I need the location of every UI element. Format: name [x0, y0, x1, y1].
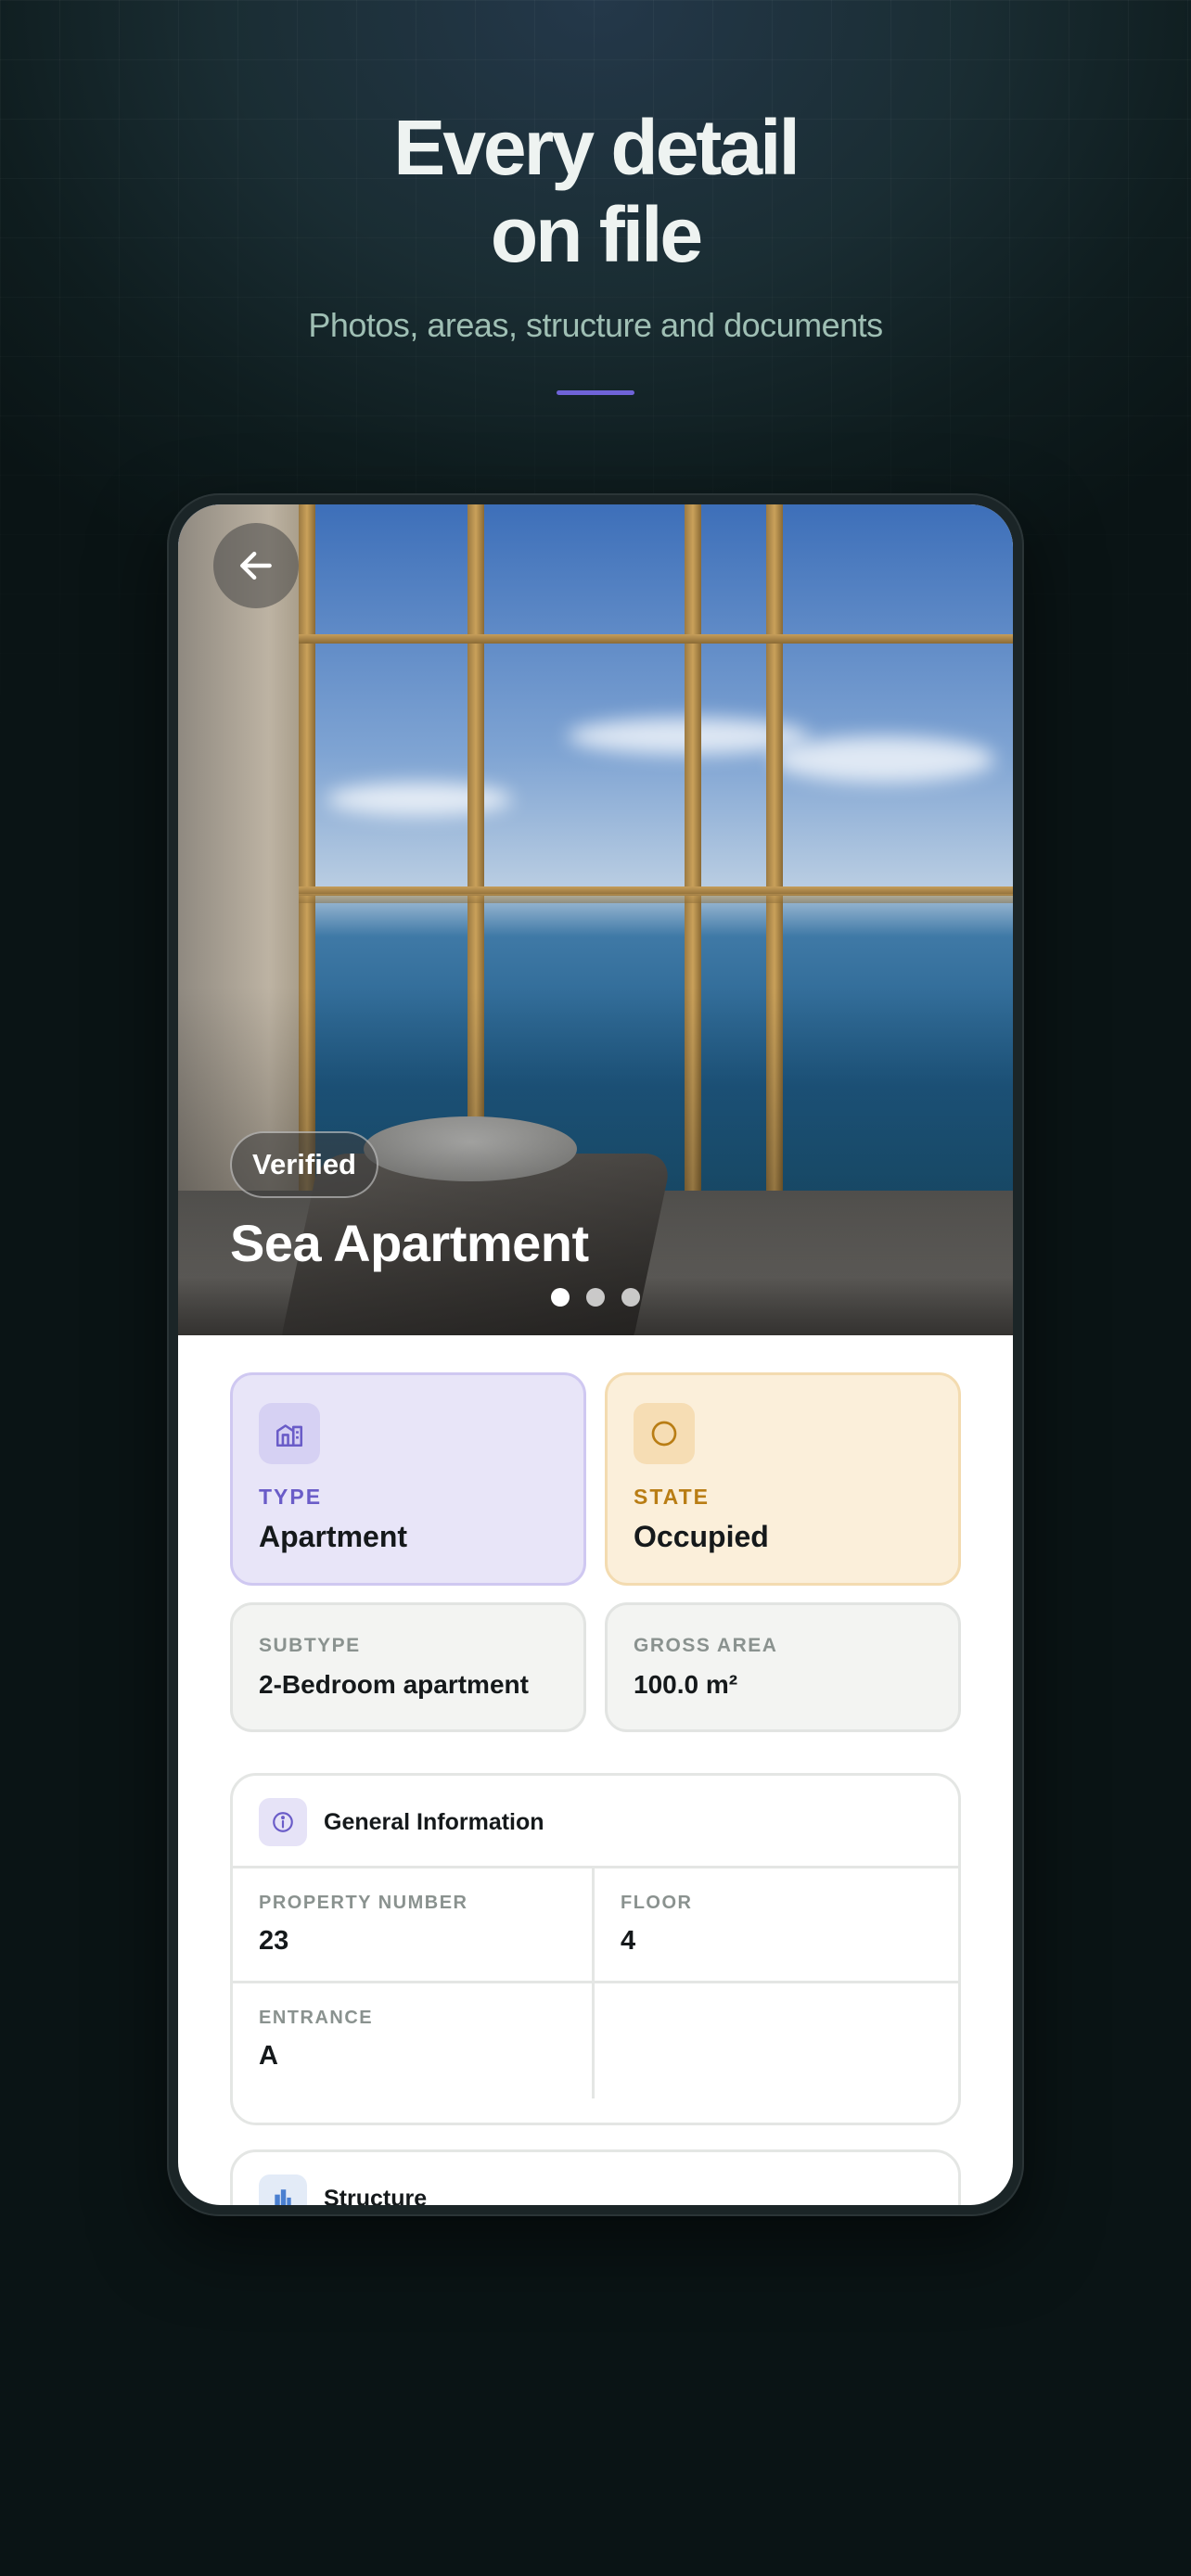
property-photo-carousel[interactable]: Verified Sea Apartment [178, 504, 1013, 1335]
field-label: ENTRANCE [259, 2008, 374, 2028]
structure-icon-box [259, 2174, 307, 2205]
subtype-value: 2-Bedroom apartment [259, 1670, 529, 1699]
field-value: 23 [259, 1926, 289, 1956]
property-title: Sea Apartment [230, 1214, 589, 1272]
window-frame [299, 634, 1013, 644]
gross-area-label: GROSS AREA [634, 1635, 778, 1656]
headline-line-2: on file [490, 191, 703, 278]
field-value: A [259, 2041, 278, 2071]
state-card: STATE Occupied [605, 1372, 961, 1586]
type-label: TYPE [259, 1485, 323, 1509]
state-label: STATE [634, 1485, 710, 1509]
type-value: Apartment [259, 1520, 408, 1553]
general-information-title: General Information [324, 1809, 544, 1835]
field-value: 4 [621, 1926, 636, 1956]
empty-field [595, 1983, 958, 2098]
carousel-dot-active[interactable] [551, 1288, 570, 1307]
field-label: FLOOR [621, 1893, 693, 1913]
carousel-dots[interactable] [551, 1288, 640, 1307]
gross-area-value: 100.0 m² [634, 1670, 738, 1699]
headline-line-1: Every detail [393, 104, 800, 191]
promo-subheadline: Photos, areas, structure and documents [308, 306, 883, 344]
verified-badge: Verified [230, 1131, 378, 1198]
accent-divider [557, 390, 634, 395]
building-blocks-icon [275, 2189, 291, 2205]
back-button[interactable] [213, 523, 299, 608]
carousel-dot[interactable] [621, 1288, 640, 1307]
building-icon [275, 1424, 303, 1447]
property-number-field: PROPERTY NUMBER 23 [233, 1868, 595, 1983]
window-frame [299, 894, 1013, 903]
floor-field: FLOOR 4 [595, 1868, 958, 1983]
type-card: TYPE Apartment [230, 1372, 586, 1586]
info-icon [273, 1812, 293, 1832]
structure-title: Structure [324, 2186, 428, 2205]
state-icon-box [634, 1403, 695, 1464]
subtype-label: SUBTYPE [259, 1635, 361, 1656]
info-icon-box [259, 1798, 307, 1846]
entrance-field: ENTRANCE A [233, 1983, 595, 2098]
general-information-section: General Information PROPERTY NUMBER 23 F… [230, 1773, 961, 2125]
cloud [772, 736, 994, 783]
promo-headline: Every detail on file [0, 104, 1191, 278]
gross-area-card: GROSS AREA 100.0 m² [605, 1602, 961, 1732]
general-information-header[interactable]: General Information [233, 1776, 958, 1868]
circle-icon [651, 1421, 677, 1447]
structure-header[interactable]: Structure [233, 2152, 958, 2205]
carousel-dot[interactable] [586, 1288, 605, 1307]
subtype-card: SUBTYPE 2-Bedroom apartment [230, 1602, 586, 1732]
type-icon-box [259, 1403, 320, 1464]
phone-frame: Verified Sea Apartment TYPE Apartment ST… [167, 493, 1024, 2216]
state-value: Occupied [634, 1520, 769, 1553]
structure-section: Structure [230, 2149, 961, 2205]
arrow-left-icon [240, 551, 272, 580]
field-label: PROPERTY NUMBER [259, 1893, 468, 1913]
cloud [327, 783, 512, 816]
phone-screen: Verified Sea Apartment TYPE Apartment ST… [178, 504, 1013, 2205]
